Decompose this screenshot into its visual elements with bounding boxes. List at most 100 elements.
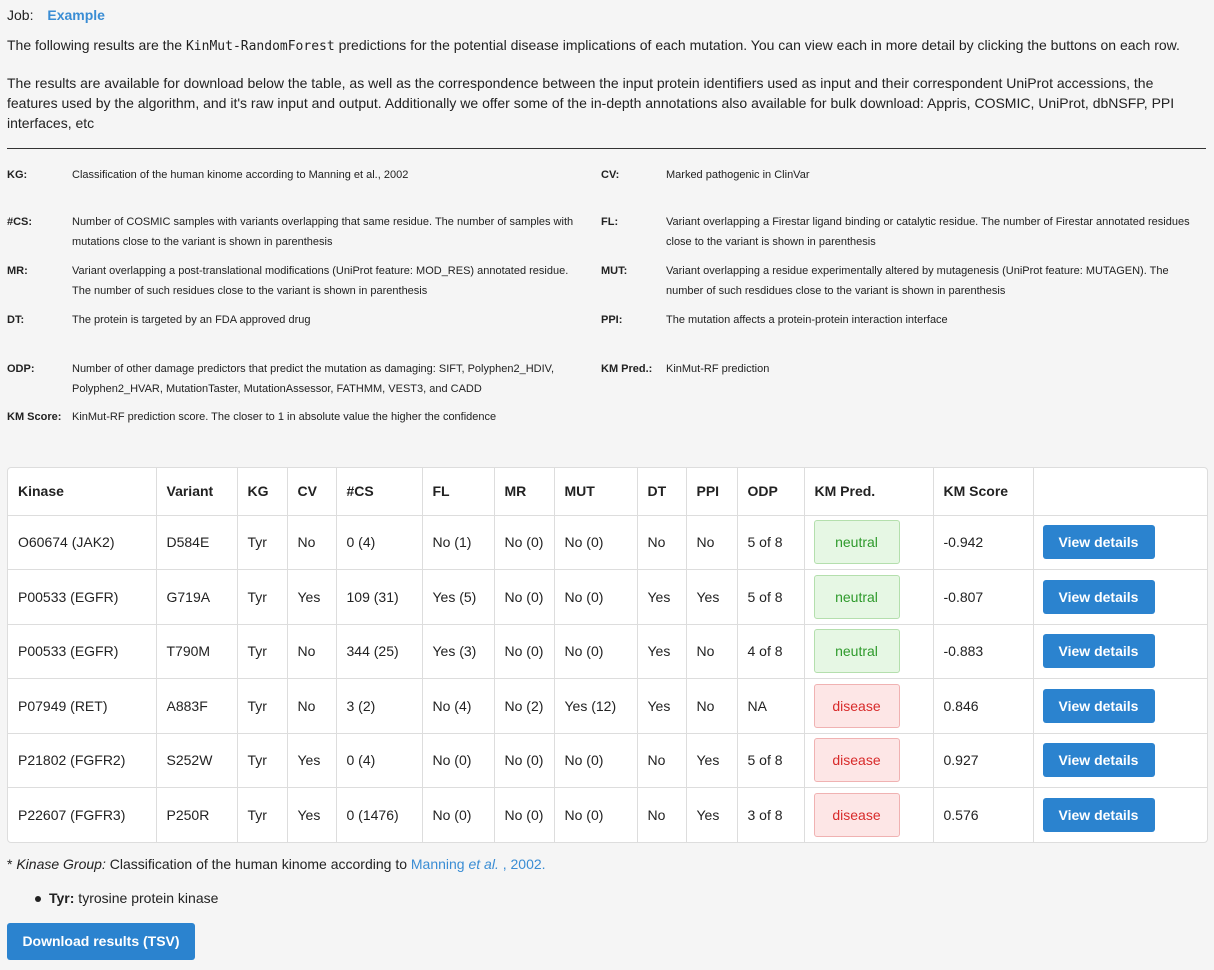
legend-description: Number of other damage predictors that p…: [72, 363, 555, 395]
download-results-button[interactable]: Download results (TSV): [7, 923, 195, 960]
table-cell: 5 of 8: [737, 733, 805, 788]
footnote-term: Kinase Group:: [16, 856, 106, 872]
prediction-cell: neutral: [804, 515, 934, 570]
intro-paragraph-2: The results are available for download b…: [7, 75, 1175, 131]
table-cell: 3 (2): [336, 678, 423, 734]
table-cell: P07949 (RET): [8, 678, 157, 734]
table-cell: -0.942: [933, 515, 1034, 570]
table-cell: No (0): [494, 787, 555, 842]
table-cell: 5 of 8: [737, 569, 805, 625]
table-cell: 0.576: [933, 787, 1034, 842]
legend-key: FL:: [601, 216, 619, 228]
table-cell: P22607 (FGFR3): [8, 787, 157, 842]
legend-description: The protein is targeted by an FDA approv…: [72, 314, 311, 326]
legend-description: Variant overlapping a Firestar ligand bi…: [666, 216, 1190, 248]
table-cell: O60674 (JAK2): [8, 515, 157, 570]
prediction-badge: disease: [813, 683, 900, 728]
column-header: KM Pred.: [804, 468, 934, 516]
table-cell: No (0): [422, 733, 495, 788]
table-cell: Tyr: [237, 624, 288, 679]
prediction-cell: disease: [804, 787, 934, 842]
legend-key: PPI:: [601, 314, 623, 326]
table-row: P22607 (FGFR3) P250R Tyr Yes 0 (1476) No (0) N…: [8, 787, 1207, 843]
prediction-badge: neutral: [813, 629, 900, 674]
table-cell: 0.927: [933, 733, 1034, 788]
column-header: ODP: [737, 468, 805, 516]
job-name-link[interactable]: Example: [47, 7, 105, 23]
table-cell: No: [686, 678, 738, 734]
view-details-button[interactable]: View details: [1042, 634, 1155, 669]
manning-link[interactable]: Manning et al. , 2002.: [411, 856, 546, 872]
legend-key: MUT:: [601, 265, 628, 277]
legend-key: MR:: [7, 265, 28, 277]
table-cell: Tyr: [237, 569, 288, 625]
column-header: KM Score: [933, 468, 1034, 516]
actions-cell: View details: [1033, 788, 1207, 843]
table-cell: No (0): [554, 569, 638, 625]
legend-key: CV:: [601, 169, 620, 181]
kinase-group-bullet: Tyr: tyrosine protein kinase: [35, 890, 218, 906]
table-cell: 0 (4): [336, 733, 423, 788]
table-cell: Yes (12): [554, 678, 638, 734]
table-cell: 3 of 8: [737, 787, 805, 842]
intro-text: The following results are the: [7, 37, 186, 53]
table-cell: No (0): [494, 569, 555, 625]
table-cell: No: [637, 787, 687, 842]
table-cell: No: [287, 515, 337, 570]
job-label: Job:: [7, 7, 34, 23]
table-cell: Yes: [287, 787, 337, 842]
view-details-button[interactable]: View details: [1042, 688, 1155, 723]
actions-cell: View details: [1033, 515, 1207, 570]
prediction-cell: neutral: [804, 624, 934, 679]
intro-text-cont: predictions for the potential disease im…: [334, 37, 1180, 53]
table-cell: Yes: [287, 733, 337, 788]
table-row: P00533 (EGFR) T790M Tyr No 344 (25) Yes (3) No…: [8, 624, 1207, 679]
table-cell: A883F: [156, 678, 238, 734]
table-row: O60674 (JAK2) D584E Tyr No 0 (4) No (1) No (0)…: [8, 515, 1207, 570]
table-cell: 5 of 8: [737, 515, 805, 570]
table-cell: 0 (1476): [336, 787, 423, 842]
table-body: O60674 (JAK2) D584E Tyr No 0 (4) No (1) No (0)…: [8, 515, 1207, 842]
column-header: Variant: [156, 468, 238, 516]
actions-cell: View details: [1033, 624, 1207, 679]
table-cell: No: [686, 624, 738, 679]
column-header: #CS: [336, 468, 423, 516]
table-header-row: Kinase Variant KG CV #CS FL MR MUT DT PPI ODP KM Pr…: [8, 468, 1207, 516]
table-cell: No: [287, 624, 337, 679]
prediction-badge: disease: [813, 738, 900, 783]
intro-paragraph-1: The following results are the KinMut-Ran…: [7, 35, 1206, 57]
table-cell: Yes: [686, 787, 738, 842]
results-table: Kinase Variant KG CV #CS FL MR MUT DT PPI ODP KM Pr…: [8, 468, 1207, 842]
table-cell: No (1): [422, 515, 495, 570]
view-details-button[interactable]: View details: [1042, 579, 1155, 614]
method-name: KinMut-RandomForest: [185, 39, 335, 54]
table-cell: Tyr: [237, 678, 288, 734]
view-details-button[interactable]: View details: [1042, 743, 1155, 778]
divider: [7, 148, 1206, 149]
prediction-cell: disease: [804, 733, 934, 788]
view-details-button[interactable]: View details: [1042, 525, 1155, 560]
table-cell: 0 (4): [336, 515, 423, 570]
footnote-text: Classification of the human kinome accor…: [105, 856, 411, 872]
view-details-button[interactable]: View details: [1042, 798, 1155, 832]
table-cell: Tyr: [237, 515, 288, 570]
table-cell: Yes: [637, 678, 687, 734]
bullet-key: Tyr:: [49, 890, 75, 906]
footnote-star: *: [7, 856, 17, 872]
table-cell: Yes: [287, 569, 337, 625]
table-row: P00533 (EGFR) G719A Tyr Yes 109 (31) Yes (5) N…: [8, 569, 1207, 625]
bullet-dot: [35, 896, 41, 903]
table-row: P21802 (FGFR2) S252W Tyr Yes 0 (4) No (0) No (…: [8, 733, 1207, 788]
column-header: MR: [494, 468, 555, 516]
table-cell: 0.846: [933, 678, 1034, 734]
legend-key: KM Pred.:: [601, 363, 653, 375]
bullet-text: tyrosine protein kinase: [74, 890, 219, 906]
table-cell: No: [686, 515, 738, 570]
table-cell: T790M: [156, 624, 238, 679]
table-cell: No (0): [554, 515, 638, 570]
table-cell: No (0): [494, 733, 555, 788]
column-header: PPI: [686, 468, 738, 516]
table-cell: P250R: [156, 787, 238, 842]
table-cell: Yes (5): [422, 569, 495, 625]
prediction-cell: neutral: [804, 569, 934, 625]
